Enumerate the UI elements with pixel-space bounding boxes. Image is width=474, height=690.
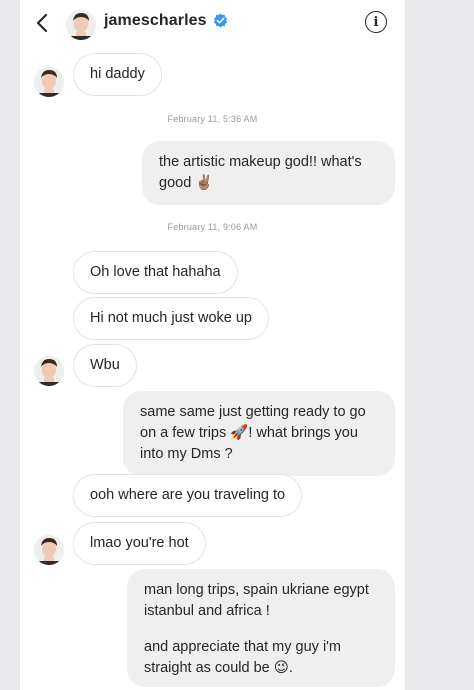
message-text: ooh where are you traveling to xyxy=(90,487,286,503)
message-text-line: man long trips, spain ukriane egypt xyxy=(144,582,369,598)
message-text-line: same same just getting ready to go xyxy=(140,404,366,420)
message-text-line: on a few trips 🚀! what brings you xyxy=(140,425,358,441)
sender-avatar[interactable] xyxy=(34,535,64,565)
avatar-image xyxy=(34,535,64,565)
chat-header: jamescharles i xyxy=(20,0,405,48)
message-text: hi daddy xyxy=(90,66,145,82)
message-text-line: the artistic makeup god!! what's xyxy=(159,154,362,170)
message-bubble-sent[interactable]: the artistic makeup god!! what's good ✌🏽 xyxy=(142,141,395,205)
message-bubble-received[interactable]: hi daddy xyxy=(73,53,162,96)
sender-avatar[interactable] xyxy=(34,67,64,97)
verified-badge-icon xyxy=(213,13,228,28)
message-text: Oh love that hahaha xyxy=(90,264,221,280)
chat-screen: jamescharles i hi daddy February 11, 5:3… xyxy=(20,0,405,690)
message-bubble-sent[interactable]: man long trips, spain ukriane egypt ista… xyxy=(127,569,395,687)
message-text-line: into my Dms ? xyxy=(140,446,233,462)
avatar-image xyxy=(66,10,96,40)
message-line-gap xyxy=(144,622,378,637)
message-text-line: istanbul and africa ! xyxy=(144,603,270,619)
info-button[interactable]: i xyxy=(365,11,387,33)
message-text: Wbu xyxy=(90,357,120,373)
timestamp: February 11, 5:36 AM xyxy=(167,114,258,124)
message-text-line: straight as could be 😉. xyxy=(144,660,293,676)
message-bubble-received[interactable]: lmao you're hot xyxy=(73,522,206,565)
header-avatar[interactable] xyxy=(66,10,96,40)
avatar-image xyxy=(34,356,64,386)
message-text: lmao you're hot xyxy=(90,535,189,551)
back-button[interactable] xyxy=(30,10,54,36)
info-icon: i xyxy=(373,14,379,30)
chevron-left-icon xyxy=(36,13,48,33)
message-bubble-received[interactable]: Hi not much just woke up xyxy=(73,297,269,340)
timestamp: February 11, 9:06 AM xyxy=(167,222,258,232)
message-text: Hi not much just woke up xyxy=(90,310,252,326)
avatar-image xyxy=(34,67,64,97)
message-bubble-received[interactable]: ooh where are you traveling to xyxy=(73,474,303,517)
sender-avatar[interactable] xyxy=(34,356,64,386)
message-text-line: and appreciate that my guy i'm xyxy=(144,639,342,655)
message-bubble-received[interactable]: Wbu xyxy=(73,344,137,387)
message-bubble-sent[interactable]: same same just getting ready to go on a … xyxy=(123,391,395,476)
message-text-line: good ✌🏽 xyxy=(159,175,214,191)
chat-username[interactable]: jamescharles xyxy=(104,12,207,30)
message-bubble-received[interactable]: Oh love that hahaha xyxy=(73,251,238,294)
